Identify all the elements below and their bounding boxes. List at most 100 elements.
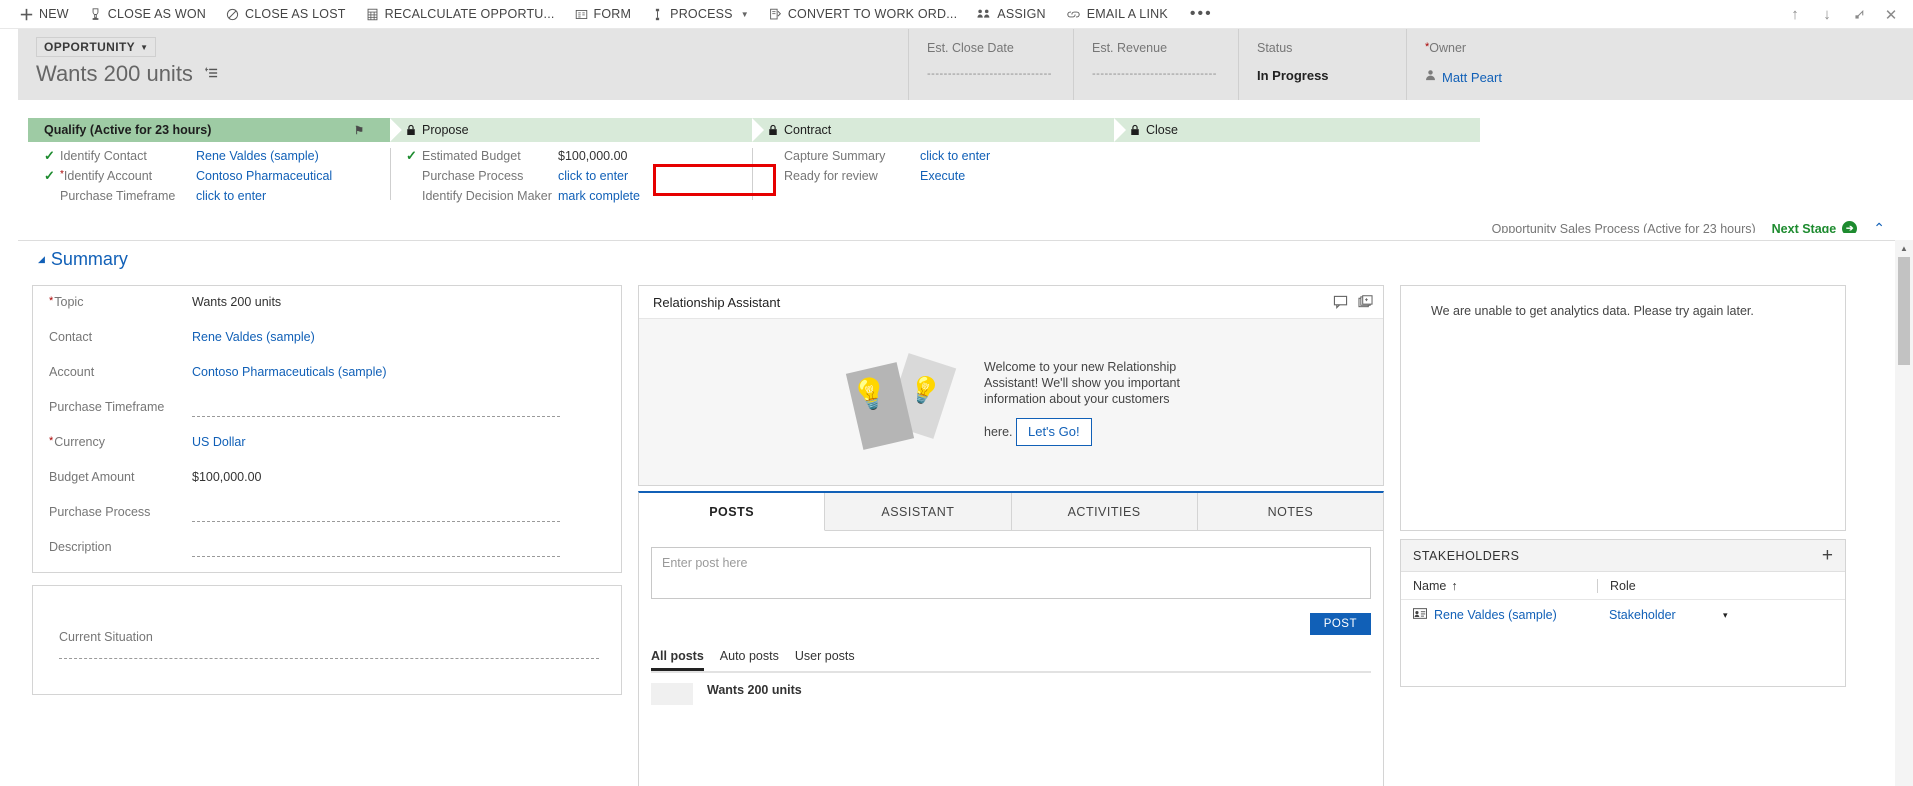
step-label: Ready for review bbox=[784, 169, 878, 183]
command-convert-to-work-order[interactable]: CONVERT TO WORK ORD... bbox=[759, 0, 967, 29]
stakeholders-header: STAKEHOLDERS + bbox=[1401, 540, 1845, 572]
filter-all-posts[interactable]: All posts bbox=[651, 649, 704, 671]
step-value[interactable]: mark complete bbox=[558, 189, 640, 203]
tab-assistant[interactable]: ASSISTANT bbox=[825, 493, 1012, 530]
header-field-est-revenue[interactable]: Est. Revenue ---------------------------… bbox=[1073, 29, 1238, 100]
stakeholder-link[interactable]: Rene Valdes (sample) bbox=[1434, 608, 1557, 622]
chat-bubble-icon[interactable] bbox=[1333, 295, 1348, 309]
stakeholder-name-cell: Rene Valdes (sample) bbox=[1401, 608, 1597, 622]
row-menu-icon[interactable]: ▾ bbox=[1717, 610, 1845, 621]
field-label: Est. Revenue bbox=[1092, 41, 1168, 55]
command-assign[interactable]: ASSIGN bbox=[967, 0, 1055, 29]
popout-icon[interactable] bbox=[1845, 0, 1873, 29]
command-close-as-won[interactable]: CLOSE AS WON bbox=[79, 0, 216, 29]
add-stakeholder-button[interactable]: + bbox=[1822, 546, 1833, 565]
tab-activities[interactable]: ACTIVITIES bbox=[1011, 493, 1198, 530]
process-stage-propose[interactable]: Propose bbox=[390, 118, 764, 142]
command-form[interactable]: FORM bbox=[565, 0, 642, 29]
column-header-name[interactable]: Name ↑ bbox=[1401, 579, 1597, 593]
process-stage-close[interactable]: Close bbox=[1114, 118, 1480, 142]
form-row-currency[interactable]: *Currency US Dollar bbox=[33, 426, 621, 461]
scroll-up-arrow-icon[interactable]: ▲ bbox=[1895, 240, 1913, 257]
step-value[interactable]: click to enter bbox=[920, 149, 990, 163]
step-value[interactable]: Contoso Pharmaceutical bbox=[196, 169, 332, 183]
owner-link[interactable]: Matt Peart bbox=[1442, 70, 1502, 85]
chevron-down-icon: ▼ bbox=[140, 42, 149, 52]
form-row-purchase-timeframe[interactable]: Purchase Timeframe bbox=[33, 391, 621, 426]
relationship-assistant-welcome: Welcome to your new Relationship Assista… bbox=[984, 359, 1184, 446]
up-arrow-icon[interactable]: ↑ bbox=[1781, 0, 1809, 29]
posts-tabs: POSTS ASSISTANT ACTIVITIES NOTES bbox=[639, 493, 1383, 531]
post-list-item[interactable]: Wants 200 units bbox=[639, 673, 1383, 705]
form-icon bbox=[575, 8, 588, 21]
command-recalculate-opportunity[interactable]: RECALCULATE OPPORTU... bbox=[356, 0, 565, 29]
post-button[interactable]: POST bbox=[1309, 613, 1371, 635]
process-step[interactable]: Identify Decision Maker mark complete bbox=[406, 186, 752, 206]
filter-auto-posts[interactable]: Auto posts bbox=[720, 649, 779, 671]
check-icon: ✓ bbox=[44, 148, 55, 163]
command-overflow-button[interactable]: ••• bbox=[1178, 6, 1225, 22]
tab-notes[interactable]: NOTES bbox=[1197, 493, 1383, 530]
command-close-as-lost[interactable]: CLOSE AS LOST bbox=[216, 0, 356, 29]
column-header-role[interactable]: Role bbox=[1597, 578, 1717, 593]
filter-user-posts[interactable]: User posts bbox=[795, 649, 855, 671]
command-process[interactable]: PROCESS ▼ bbox=[641, 0, 759, 29]
owner-value: Matt Peart bbox=[1425, 68, 1574, 86]
form-row-contact[interactable]: Contact Rene Valdes (sample) bbox=[33, 321, 621, 356]
current-situation-card[interactable]: Current Situation bbox=[32, 585, 622, 695]
vertical-scrollbar[interactable]: ▲ bbox=[1895, 240, 1913, 786]
record-menu-icon[interactable] bbox=[202, 66, 218, 83]
process-step[interactable]: ✓ Estimated Budget $100,000.00 bbox=[406, 146, 752, 166]
summary-section-header[interactable]: ◢ Summary bbox=[38, 249, 128, 270]
lock-icon bbox=[1130, 124, 1140, 136]
process-step[interactable]: ✓ Identify Contact Rene Valdes (sample) bbox=[44, 146, 390, 166]
empty-value-dashes: ------------------------------ bbox=[1092, 68, 1217, 80]
process-step-ready-for-review[interactable]: Ready for review Execute bbox=[768, 166, 1114, 186]
process-step[interactable]: ✓ *Identify Account Contoso Pharmaceutic… bbox=[44, 166, 390, 186]
step-value[interactable]: Rene Valdes (sample) bbox=[196, 149, 319, 163]
stakeholder-role[interactable]: Stakeholder bbox=[1597, 608, 1717, 622]
lightbulb-icon: 💡 bbox=[848, 373, 893, 415]
process-stage-contract[interactable]: Contract bbox=[752, 118, 1126, 142]
field-value-topic: Wants 200 units bbox=[192, 295, 282, 309]
process-step[interactable]: Purchase Timeframe click to enter bbox=[44, 186, 390, 206]
process-step[interactable]: Purchase Process click to enter bbox=[406, 166, 752, 186]
form-row-budget-amount[interactable]: Budget Amount $100,000.00 bbox=[33, 461, 621, 496]
stage-label: Qualify (Active for 23 hours) bbox=[44, 123, 212, 137]
tab-posts[interactable]: POSTS bbox=[639, 493, 826, 531]
command-email-a-link[interactable]: EMAIL A LINK bbox=[1056, 0, 1178, 29]
field-label: Contact bbox=[49, 330, 93, 344]
field-value-contact[interactable]: Rene Valdes (sample) bbox=[192, 321, 605, 344]
form-row-topic[interactable]: *Topic Wants 200 units bbox=[33, 286, 621, 321]
post-input[interactable]: Enter post here bbox=[651, 547, 1371, 599]
scrollbar-thumb[interactable] bbox=[1898, 257, 1910, 365]
stack-cards-icon[interactable] bbox=[1358, 295, 1373, 309]
step-value[interactable]: click to enter bbox=[558, 169, 628, 183]
command-new[interactable]: NEW bbox=[10, 0, 79, 29]
down-arrow-icon[interactable]: ↓ bbox=[1813, 0, 1841, 29]
check-icon: ✓ bbox=[406, 148, 417, 163]
process-stage-qualify[interactable]: Qualify (Active for 23 hours) ⚑ bbox=[28, 118, 402, 142]
field-label: Description bbox=[49, 540, 112, 554]
header-field-est-close-date[interactable]: Est. Close Date ------------------------… bbox=[908, 29, 1073, 100]
field-label: *Topic bbox=[49, 286, 192, 309]
window-controls: ↑ ↓ ✕ bbox=[1781, 0, 1905, 29]
form-row-description[interactable]: Description bbox=[33, 531, 621, 566]
close-icon[interactable]: ✕ bbox=[1877, 0, 1905, 29]
table-row[interactable]: Rene Valdes (sample) Stakeholder ▾ bbox=[1401, 600, 1845, 630]
record-header: OPPORTUNITY ▼ Wants 200 units Est. Close… bbox=[18, 29, 1913, 100]
process-stages: Qualify (Active for 23 hours) ⚑ Propose … bbox=[28, 118, 1528, 142]
form-row-account[interactable]: Account Contoso Pharmaceuticals (sample) bbox=[33, 356, 621, 391]
process-step[interactable]: Capture Summary click to enter bbox=[768, 146, 1114, 166]
form-row-purchase-process[interactable]: Purchase Process bbox=[33, 496, 621, 531]
column-label: Name bbox=[1413, 578, 1447, 593]
field-value-account[interactable]: Contoso Pharmaceuticals (sample) bbox=[192, 356, 605, 379]
step-value-execute[interactable]: Execute bbox=[920, 169, 965, 183]
lets-go-button[interactable]: Let's Go! bbox=[1015, 417, 1092, 446]
field-value-budget-amount: $100,000.00 bbox=[192, 470, 262, 484]
entity-type-selector[interactable]: OPPORTUNITY ▼ bbox=[36, 37, 157, 57]
convert-icon bbox=[769, 8, 782, 21]
field-value-currency[interactable]: US Dollar bbox=[192, 426, 605, 449]
step-value[interactable]: click to enter bbox=[196, 189, 266, 203]
stage-label: Contract bbox=[784, 123, 832, 137]
